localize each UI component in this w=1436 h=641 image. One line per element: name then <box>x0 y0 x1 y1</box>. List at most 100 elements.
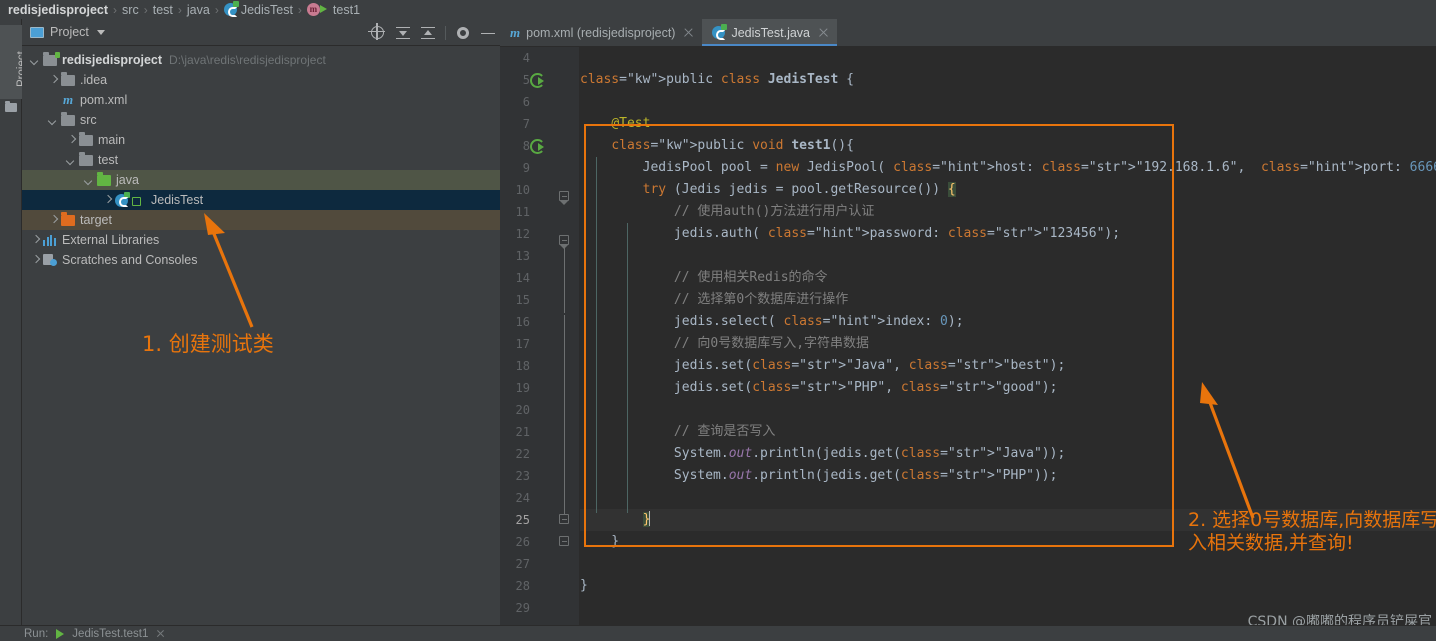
tab-jedistest-java[interactable]: JedisTest.java <box>702 19 837 46</box>
breadcrumb-item-test1[interactable]: test1 <box>333 3 360 17</box>
run-config-label[interactable]: JedisTest.test1 <box>72 628 148 640</box>
line-number: 8 <box>504 135 530 157</box>
fold-marker-end-method[interactable] <box>559 536 569 546</box>
run-test-icon <box>320 4 330 15</box>
line-number: 18 <box>504 355 530 377</box>
close-icon[interactable] <box>683 27 694 38</box>
tree-node-label: redisjedisproject <box>62 53 162 67</box>
chevron-right-icon[interactable] <box>30 235 41 246</box>
close-icon[interactable] <box>156 629 165 638</box>
collapse-all-icon[interactable] <box>420 25 436 41</box>
tree-node-label: test <box>98 153 118 167</box>
code-line: class="kw">public void test1(){ <box>580 135 854 157</box>
java-class-icon <box>115 194 128 207</box>
annotation-1: 1. 创建测试类 <box>142 332 274 357</box>
tree-node-pom-xml[interactable]: mpom.xml <box>22 90 500 110</box>
run-label: Run: <box>24 628 48 640</box>
run-gutter-icon[interactable] <box>530 139 544 153</box>
tree-node-label: java <box>116 173 139 187</box>
line-number: 7 <box>504 113 530 135</box>
tree-node-target[interactable]: target <box>22 210 500 230</box>
minimize-icon[interactable] <box>480 25 496 41</box>
folder-icon <box>97 175 111 186</box>
editor-tabbar: m pom.xml (redisjedisproject) JedisTest.… <box>500 19 1436 47</box>
tree-node-label: main <box>98 133 125 147</box>
method-icon: m <box>307 3 320 16</box>
line-number: 19 <box>504 377 530 399</box>
breadcrumb-item-src[interactable]: src <box>122 3 139 17</box>
breadcrumb-item-java[interactable]: java <box>187 3 210 17</box>
project-panel-title: Project <box>50 25 89 39</box>
tree-node-main[interactable]: main <box>22 130 500 150</box>
line-number: 21 <box>504 421 530 443</box>
expand-all-icon[interactable] <box>395 25 411 41</box>
maven-icon: m <box>61 93 75 107</box>
left-tool-strip: Project <box>0 19 22 641</box>
line-number: 5 <box>504 69 530 91</box>
tree-node-label: JedisTest <box>151 193 203 207</box>
fold-tip-icon <box>560 201 568 205</box>
run-gutter-icon[interactable] <box>530 73 544 87</box>
breadcrumb-item-test[interactable]: test <box>153 3 173 17</box>
chevron-down-icon[interactable] <box>30 55 41 66</box>
tree-node-test[interactable]: test <box>22 150 500 170</box>
chevron-right-icon[interactable] <box>30 255 41 266</box>
fold-marker-method[interactable] <box>559 191 569 201</box>
line-number: 25 <box>504 509 530 531</box>
code-line: // 查询是否写入 <box>580 421 775 443</box>
tree-node-path: D:\java\redis\redisjedisproject <box>169 53 326 67</box>
code-line: try (Jedis jedis = pool.getResource()) { <box>580 179 956 201</box>
line-number: 15 <box>504 289 530 311</box>
tree-node-src[interactable]: src <box>22 110 500 130</box>
chevron-down-icon[interactable] <box>66 155 77 166</box>
tree-node-java[interactable]: java <box>22 170 500 190</box>
breadcrumb-separator: › <box>298 3 302 17</box>
line-number: 12 <box>504 223 530 245</box>
breadcrumb-separator: › <box>144 3 148 17</box>
folder-icon <box>5 103 17 112</box>
class-icon-group <box>115 194 146 207</box>
line-number: 6 <box>504 91 530 113</box>
chevron-down-icon[interactable] <box>48 115 59 126</box>
locate-icon[interactable] <box>370 25 386 41</box>
code-line: // 向0号数据库写入,字符串数据 <box>580 333 869 355</box>
folder-icon <box>61 115 75 126</box>
line-number: 16 <box>504 311 530 333</box>
folder-icon <box>79 135 93 146</box>
code-line: } <box>580 575 588 597</box>
tree-node-scratches-and-consoles[interactable]: Scratches and Consoles <box>22 250 500 270</box>
code-line: @Test <box>580 113 650 135</box>
tree-node-redisjedisproject[interactable]: redisjedisproject D:\java\redis\redisjedi… <box>22 50 500 70</box>
project-view-selector[interactable]: Project <box>30 25 105 39</box>
breadcrumb-root[interactable]: redisjedisproject <box>8 3 108 17</box>
tree-node-label: External Libraries <box>62 233 159 247</box>
chevron-right-icon[interactable] <box>48 75 59 86</box>
tree-node--idea[interactable]: .idea <box>22 70 500 90</box>
chevron-right-icon[interactable] <box>48 215 59 226</box>
folder-icon <box>61 215 75 226</box>
annotation-2: 2. 选择0号数据库,向数据库写入相关数据,并查询! <box>1188 509 1436 555</box>
idea-window: redisjedisproject › src › test › java › … <box>0 0 1436 641</box>
toolbar-divider <box>445 26 446 40</box>
code-line: class="kw">public class JedisTest { <box>580 69 854 91</box>
editor-gutter[interactable]: 4567891011121314151617181920212223242526… <box>500 47 580 641</box>
breadcrumb-separator: › <box>178 3 182 17</box>
chevron-down-icon[interactable] <box>84 175 95 186</box>
java-class-icon <box>224 3 237 16</box>
fold-marker-try[interactable] <box>559 235 569 245</box>
line-number: 29 <box>504 597 530 619</box>
tree-node-external-libraries[interactable]: External Libraries <box>22 230 500 250</box>
close-icon[interactable] <box>818 27 829 38</box>
tab-pom-xml[interactable]: m pom.xml (redisjedisproject) <box>500 19 702 46</box>
project-tool-tab[interactable]: Project <box>0 25 22 99</box>
chevron-right-icon[interactable] <box>102 195 113 206</box>
tree-node-jedistest[interactable]: JedisTest <box>22 190 500 210</box>
gear-icon[interactable] <box>455 25 471 41</box>
line-number: 26 <box>504 531 530 553</box>
line-number: 28 <box>504 575 530 597</box>
tree-node-label: src <box>80 113 97 127</box>
project-icon <box>30 27 44 38</box>
chevron-right-icon[interactable] <box>66 135 77 146</box>
fold-marker-end-try[interactable] <box>559 514 569 524</box>
breadcrumb-item-jedistest[interactable]: JedisTest <box>241 3 293 17</box>
